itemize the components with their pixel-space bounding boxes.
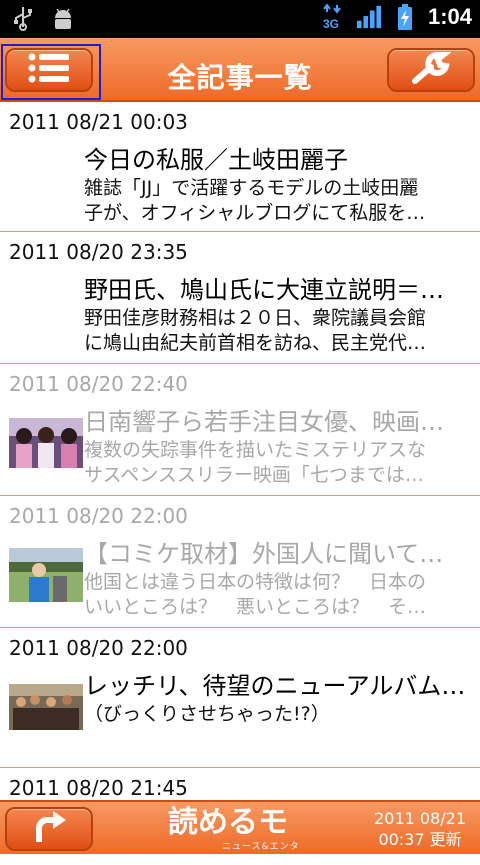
list-item[interactable]: 2011 08/20 23:35 野田氏、鳩山氏に大連立説明＝鹿… 野田佳彦財務…: [0, 232, 480, 364]
article-thumbnail: [9, 684, 83, 730]
list-item[interactable]: 2011 08/20 22:40 日南響子ら若手注目女優、映画「… 複数の失踪事…: [0, 364, 480, 496]
summary-line: 他国とは違う日本の特徴は何？ 日本の: [84, 571, 427, 593]
refresh-button[interactable]: [5, 807, 93, 851]
status-time: 1:04: [427, 4, 472, 29]
summary-line: 野田佳彦財務相は２０日、衆院議員会館: [84, 307, 427, 329]
summary-line: サスペンススリラー映画「七つまでは…: [84, 464, 424, 486]
summary-line: 子が、オフィシャルブログにて私服を…: [84, 202, 426, 224]
article-summary: 他国とは違う日本の特徴は何？ 日本の いいところは？ 悪いところは？ そ…: [84, 570, 464, 620]
3g-data-icon: 3G: [320, 3, 346, 31]
summary-line: に鳩山由紀夫前首相を訪ね、民主党代…: [84, 332, 427, 354]
article-date: 2011 08/20 22:40: [9, 372, 188, 396]
logo-text: 読めるモ: [168, 805, 288, 840]
app-header: 全記事一覧: [0, 38, 480, 102]
article-headline: 野田氏、鳩山氏に大連立説明＝鹿…: [84, 276, 466, 304]
list-item[interactable]: 2011 08/20 21:45: [0, 768, 480, 800]
article-summary: 野田佳彦財務相は２０日、衆院議員会館 に鳩山由紀夫前首相を訪ね、民主党代…: [84, 306, 464, 356]
article-headline: 今日の私服／土岐田麗子: [84, 146, 348, 174]
updated-time: 00:37 更新: [378, 830, 462, 849]
list-item[interactable]: 2011 08/20 22:00 【コミケ取材】外国人に聞いてみ… 他国とは違う…: [0, 496, 480, 628]
svg-text:3G: 3G: [323, 17, 339, 31]
settings-button[interactable]: [387, 48, 475, 92]
article-list: 2011 08/21 00:03 今日の私服／土岐田麗子 雑誌「JJ」で活躍する…: [0, 102, 480, 800]
article-date: 2011 08/20 23:35: [9, 240, 188, 264]
article-summary: 複数の失踪事件を描いたミステリアスな サスペンススリラー映画「七つまでは…: [84, 438, 464, 488]
battery-charging-icon: [392, 4, 418, 30]
updated-date: 2011 08/21: [374, 809, 466, 828]
article-date: 2011 08/20 22:00: [9, 636, 188, 660]
signal-icon: [356, 4, 382, 30]
menu-button[interactable]: [5, 48, 93, 92]
refresh-arrow-icon: [29, 810, 69, 848]
wrench-icon: [411, 51, 452, 89]
article-headline: 日南響子ら若手注目女優、映画「…: [84, 408, 466, 436]
article-headline: 【コミケ取材】外国人に聞いてみ…: [84, 540, 466, 568]
last-updated: 2011 08/21 00:37 更新: [374, 808, 466, 850]
article-summary: 雑誌「JJ」で活躍するモデルの土岐田麗 子が、オフィシャルブログにて私服を…: [84, 176, 464, 226]
logo-subtitle: ニュース&エンタメ: [222, 842, 300, 865]
article-summary: （びっくりさせちゃった!?）: [84, 702, 464, 727]
list-menu-icon: [27, 52, 71, 88]
article-date: 2011 08/21 00:03: [9, 110, 188, 134]
article-thumbnail: [9, 418, 83, 468]
list-item[interactable]: 2011 08/20 22:00 レッチリ、待望のニューアルバム… （びっくりさ…: [0, 628, 480, 768]
article-date: 2011 08/20 21:45: [9, 776, 188, 800]
summary-line: いいところは？ 悪いところは？ そ…: [84, 596, 427, 618]
summary-line: 複数の失踪事件を描いたミステリアスな: [84, 439, 427, 461]
article-thumbnail: [9, 548, 83, 602]
app-footer: 読めるモ ニュース&エンタメ 2011 08/21 00:37 更新: [0, 800, 480, 865]
status-bar: 3G 1:04: [0, 0, 480, 38]
list-item[interactable]: 2011 08/21 00:03 今日の私服／土岐田麗子 雑誌「JJ」で活躍する…: [0, 102, 480, 232]
android-debug-icon: [50, 6, 76, 32]
summary-line: （びっくりさせちゃった!?）: [84, 703, 330, 725]
usb-icon: [10, 6, 36, 32]
article-date: 2011 08/20 22:00: [9, 504, 188, 528]
article-headline: レッチリ、待望のニューアルバム…: [84, 672, 466, 700]
summary-line: 雑誌「JJ」で活躍するモデルの土岐田麗: [84, 177, 419, 199]
app-logo: 読めるモ ニュース&エンタメ: [168, 805, 308, 865]
